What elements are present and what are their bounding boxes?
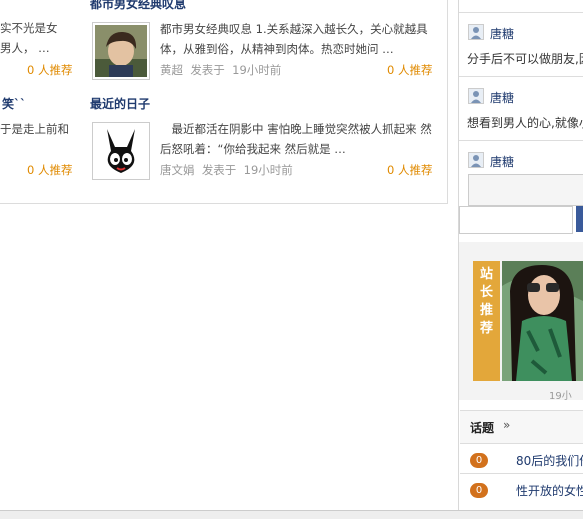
- topics-title[interactable]: 话题: [470, 419, 494, 436]
- post-author-2[interactable]: 唐文娟: [160, 163, 195, 177]
- post-recommend-1[interactable]: 0 人推荐: [387, 62, 432, 78]
- post-recommend-2[interactable]: 0 人推荐: [387, 162, 432, 178]
- comment-divider: [459, 140, 583, 141]
- user-avatar-icon: [471, 91, 481, 103]
- topic-count-badge-2: 0: [470, 483, 488, 498]
- topic-count-badge-1: 0: [470, 453, 488, 468]
- promo-label-char: 站: [479, 267, 493, 282]
- post-title-1[interactable]: 都市男女经典叹息: [90, 0, 186, 12]
- comment-user-2[interactable]: 唐糖: [490, 89, 514, 106]
- post-meta-2: 唐文娟 发表于 19小时前: [160, 162, 293, 178]
- topic-link-1[interactable]: 80后的我们他: [516, 452, 583, 469]
- post-title-2[interactable]: 最近的日子: [90, 95, 150, 112]
- topics-header: 话题 »: [460, 410, 583, 444]
- partial-excerpt-2: 于是走上前和: [0, 122, 69, 136]
- topic-link-2[interactable]: 性开放的女性: [516, 482, 583, 499]
- comment-user-3[interactable]: 唐糖: [490, 153, 514, 170]
- more-arrow-icon[interactable]: »: [503, 418, 510, 432]
- promo-label: 站 长 推 荐: [473, 261, 500, 381]
- comment-textarea[interactable]: [468, 174, 583, 206]
- promo-photo[interactable]: [502, 261, 583, 381]
- topic-divider: [460, 473, 583, 474]
- cartoon-rabbit-icon: [95, 125, 147, 177]
- comment-divider: [459, 12, 583, 13]
- comment-avatar-2[interactable]: [468, 88, 484, 104]
- comment-text-2[interactable]: 想看到男人的心,就像小: [467, 114, 583, 131]
- post-excerpt-2: 最近都活在阴影中 害怕晚上睡觉突然被人抓起来 然后怒吼着：“你给我起来 然后就是…: [160, 122, 432, 156]
- promo-label-char: 推: [479, 303, 493, 318]
- post-thumbnail-1[interactable]: [92, 22, 150, 80]
- posted-label-2: 发表于: [201, 163, 237, 177]
- user-avatar-icon: [471, 27, 481, 39]
- promo-label-char: 荐: [479, 321, 493, 336]
- post-time-2: 19小时前: [243, 163, 293, 177]
- promo-caption: 19小: [549, 391, 572, 402]
- partial-excerpt-1: 实不光是女: [0, 21, 58, 35]
- user-avatar-icon: [471, 155, 481, 167]
- comment-text-1[interactable]: 分手后不可以做朋友,因: [467, 50, 583, 67]
- posted-label-1: 发表于: [190, 63, 225, 77]
- post-excerpt-1: 都市男女经典叹息 1.关系越深入越长久，关心就越具体，从雅到俗，从精神到肉体。热…: [160, 22, 428, 56]
- comment-avatar-1[interactable]: [468, 24, 484, 40]
- post-author-1[interactable]: 黄超: [160, 63, 183, 77]
- partial-post-title[interactable]: 笑``: [2, 95, 26, 112]
- partial-excerpt-1b: 男人， …: [0, 41, 50, 55]
- comment-divider: [459, 76, 583, 77]
- post-thumbnail-2[interactable]: [92, 122, 150, 180]
- featured-user-photo-icon: [502, 261, 583, 381]
- comment-input[interactable]: [459, 206, 573, 234]
- promo-label-char: 长: [479, 285, 493, 300]
- submit-button[interactable]: [576, 206, 583, 232]
- partial-recommend-1[interactable]: 0 人推荐: [27, 62, 72, 78]
- comment-user-1[interactable]: 唐糖: [490, 25, 514, 42]
- partial-recommend-2[interactable]: 0 人推荐: [27, 162, 72, 178]
- comment-avatar-3[interactable]: [468, 152, 484, 168]
- avatar-photo-icon: [95, 25, 147, 77]
- post-time-1: 19小时前: [232, 63, 282, 77]
- post-meta-1: 黄超 发表于 19小时前: [160, 62, 281, 78]
